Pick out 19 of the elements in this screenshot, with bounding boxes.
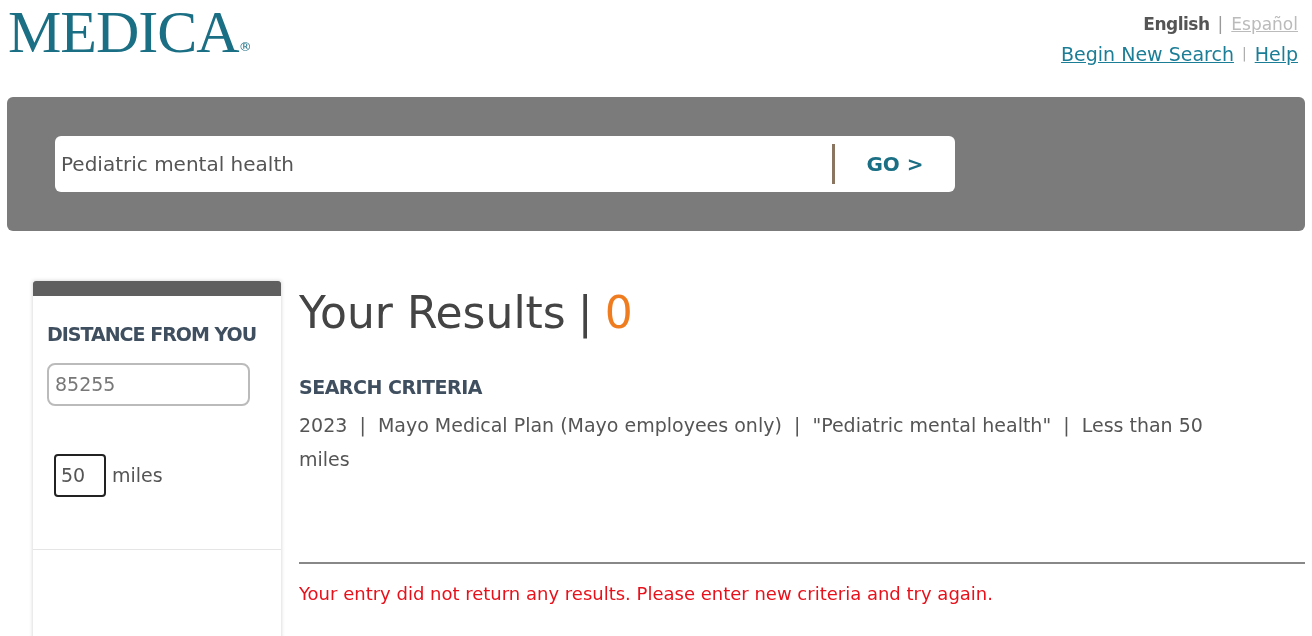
header-link[interactable]: Help <box>1254 39 1298 68</box>
language-link[interactable]: English <box>1143 12 1210 38</box>
separator: | <box>1241 44 1247 64</box>
logo[interactable]: MEDICA <box>8 2 239 62</box>
miles-field[interactable]: 50 <box>54 453 106 497</box>
search-criteria-text: 2023 | Mayo Medical Plan (Mayo employees only) | "Pediatric mental health" | Less than 50 miles <box>299 412 1204 472</box>
search-field[interactable]: Pediatric mental health GO > <box>55 136 955 192</box>
results-count: 0 <box>604 286 633 340</box>
go-button[interactable]: GO > <box>835 136 955 192</box>
zip-code-field[interactable]: 85255 <box>47 362 250 406</box>
registered-mark: ® <box>238 38 252 56</box>
error-message: Your entry did not return any results. Please enter new criteria and try again. <box>299 581 994 606</box>
criteria-title: SEARCH CRITERIA <box>299 375 484 400</box>
header-link[interactable]: Begin New Search <box>1061 39 1234 68</box>
miles-label: miles <box>112 462 163 488</box>
separator: | <box>1217 13 1224 36</box>
filter-title: DISTANCE FROM YOU <box>47 322 258 347</box>
title-separator: | <box>577 286 593 341</box>
results-title: Your Results <box>299 286 566 340</box>
